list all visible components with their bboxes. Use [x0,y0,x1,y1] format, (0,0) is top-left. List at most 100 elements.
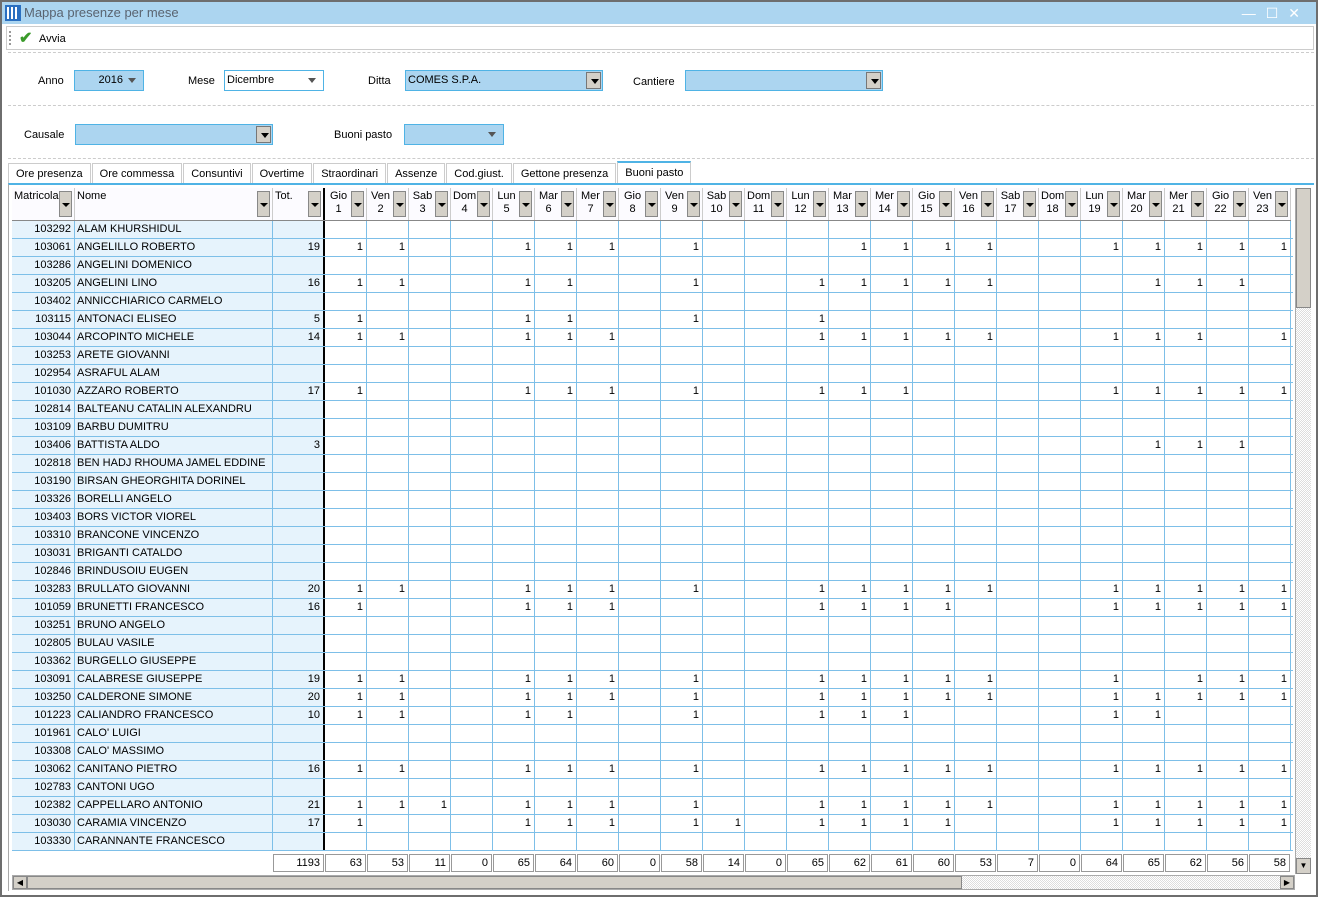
cell-day-14[interactable] [871,563,913,580]
cell-day-10[interactable] [703,437,745,454]
cell-day-14[interactable] [871,833,913,850]
cell-day-19[interactable] [1081,725,1123,742]
cell-day-9[interactable] [661,779,703,796]
cell-day-4[interactable] [451,725,493,742]
cell-day-13[interactable]: 1 [829,599,871,616]
cell-day-6[interactable] [535,491,577,508]
cell-day-8[interactable] [619,689,661,706]
cell-day-12[interactable] [787,221,829,238]
cell-day-4[interactable] [451,239,493,256]
cell-day-19[interactable]: 1 [1081,689,1123,706]
cell-day-15[interactable]: 1 [913,581,955,598]
cell-day-23[interactable] [1249,833,1291,850]
cell-day-13[interactable] [829,221,871,238]
cell-day-12[interactable]: 1 [787,311,829,328]
table-row[interactable]: 103091 CALABRESE GIUSEPPE 19 1 1 1 1 1 1 1 1 1 1 1 1 1 1… [12,671,1293,689]
cell-day-14[interactable]: 1 [871,707,913,724]
cell-day-15[interactable] [913,545,955,562]
cell-day-20[interactable]: 1 [1123,599,1165,616]
column-header-day-11[interactable]: Dom 11 [745,188,787,220]
cell-day-8[interactable] [619,617,661,634]
table-row[interactable]: 101059 BRUNETTI FRANCESCO 16 1 1 1 1 1 1 1 1 1 1 1 1 1 [12,599,1293,617]
cell-day-20[interactable]: 1 [1123,707,1165,724]
cell-day-6[interactable]: 1 [535,311,577,328]
table-row[interactable]: 103326 BORELLI ANGELO [12,491,1293,509]
cell-day-23[interactable] [1249,275,1291,292]
tab-ore-commessa[interactable]: Ore commessa [91,163,183,183]
cell-day-21[interactable]: 1 [1165,275,1207,292]
cell-day-20[interactable] [1123,563,1165,580]
cell-day-6[interactable]: 1 [535,671,577,688]
cell-day-10[interactable] [703,455,745,472]
cell-day-1[interactable]: 1 [325,761,367,778]
cell-day-20[interactable] [1123,509,1165,526]
cell-day-17[interactable] [997,779,1039,796]
filter-dropdown-icon[interactable] [519,191,532,217]
cell-day-13[interactable]: 1 [829,275,871,292]
cell-day-16[interactable] [955,833,997,850]
cell-day-4[interactable] [451,509,493,526]
cell-day-4[interactable] [451,383,493,400]
cell-day-13[interactable]: 1 [829,671,871,688]
cell-day-14[interactable] [871,743,913,760]
cell-day-21[interactable]: 1 [1165,797,1207,814]
cell-day-3[interactable] [409,383,451,400]
cell-day-10[interactable] [703,473,745,490]
cell-day-13[interactable] [829,779,871,796]
cell-day-1[interactable] [325,617,367,634]
cell-day-7[interactable] [577,707,619,724]
cell-day-1[interactable]: 1 [325,689,367,706]
cell-day-16[interactable] [955,635,997,652]
cell-day-9[interactable] [661,419,703,436]
cell-day-17[interactable] [997,365,1039,382]
cell-day-4[interactable] [451,455,493,472]
cell-day-2[interactable]: 1 [367,239,409,256]
cell-day-12[interactable] [787,257,829,274]
cell-day-22[interactable] [1207,833,1249,850]
cell-day-14[interactable] [871,257,913,274]
cell-day-8[interactable] [619,347,661,364]
column-header-day-21[interactable]: Mer 21 [1165,188,1207,220]
cell-day-20[interactable]: 1 [1123,797,1165,814]
cell-day-21[interactable]: 1 [1165,671,1207,688]
cell-day-23[interactable] [1249,545,1291,562]
cell-day-5[interactable]: 1 [493,311,535,328]
cell-day-2[interactable] [367,257,409,274]
cell-day-14[interactable]: 1 [871,815,913,832]
cell-day-17[interactable] [997,761,1039,778]
cell-day-6[interactable] [535,293,577,310]
cell-day-8[interactable] [619,419,661,436]
cell-day-22[interactable] [1207,347,1249,364]
cell-day-7[interactable]: 1 [577,383,619,400]
column-header-day-8[interactable]: Gio 8 [619,188,661,220]
cell-day-9[interactable]: 1 [661,815,703,832]
cell-day-1[interactable]: 1 [325,671,367,688]
cell-day-12[interactable] [787,833,829,850]
cell-day-20[interactable]: 1 [1123,815,1165,832]
cell-day-12[interactable]: 1 [787,581,829,598]
cell-day-8[interactable] [619,743,661,760]
cell-day-12[interactable] [787,491,829,508]
table-row[interactable]: 103205 ANGELINI LINO 16 1 1 1 1 1 1 1 1 1 1 1 1 1 [12,275,1293,293]
cell-day-3[interactable] [409,599,451,616]
cell-day-18[interactable] [1039,527,1081,544]
cell-day-13[interactable] [829,491,871,508]
cell-day-15[interactable] [913,257,955,274]
cell-day-4[interactable] [451,617,493,634]
cell-day-20[interactable] [1123,617,1165,634]
cell-day-12[interactable] [787,545,829,562]
cell-day-23[interactable] [1249,527,1291,544]
cell-day-8[interactable] [619,581,661,598]
cell-day-21[interactable] [1165,257,1207,274]
cell-day-9[interactable] [661,653,703,670]
cell-day-9[interactable]: 1 [661,383,703,400]
cell-day-12[interactable] [787,509,829,526]
cell-day-19[interactable] [1081,833,1123,850]
cell-day-16[interactable]: 1 [955,275,997,292]
cell-day-10[interactable] [703,221,745,238]
filter-dropdown-icon[interactable] [1065,191,1078,217]
cell-day-16[interactable] [955,455,997,472]
cell-day-20[interactable] [1123,653,1165,670]
cell-day-18[interactable] [1039,833,1081,850]
cell-day-15[interactable] [913,311,955,328]
